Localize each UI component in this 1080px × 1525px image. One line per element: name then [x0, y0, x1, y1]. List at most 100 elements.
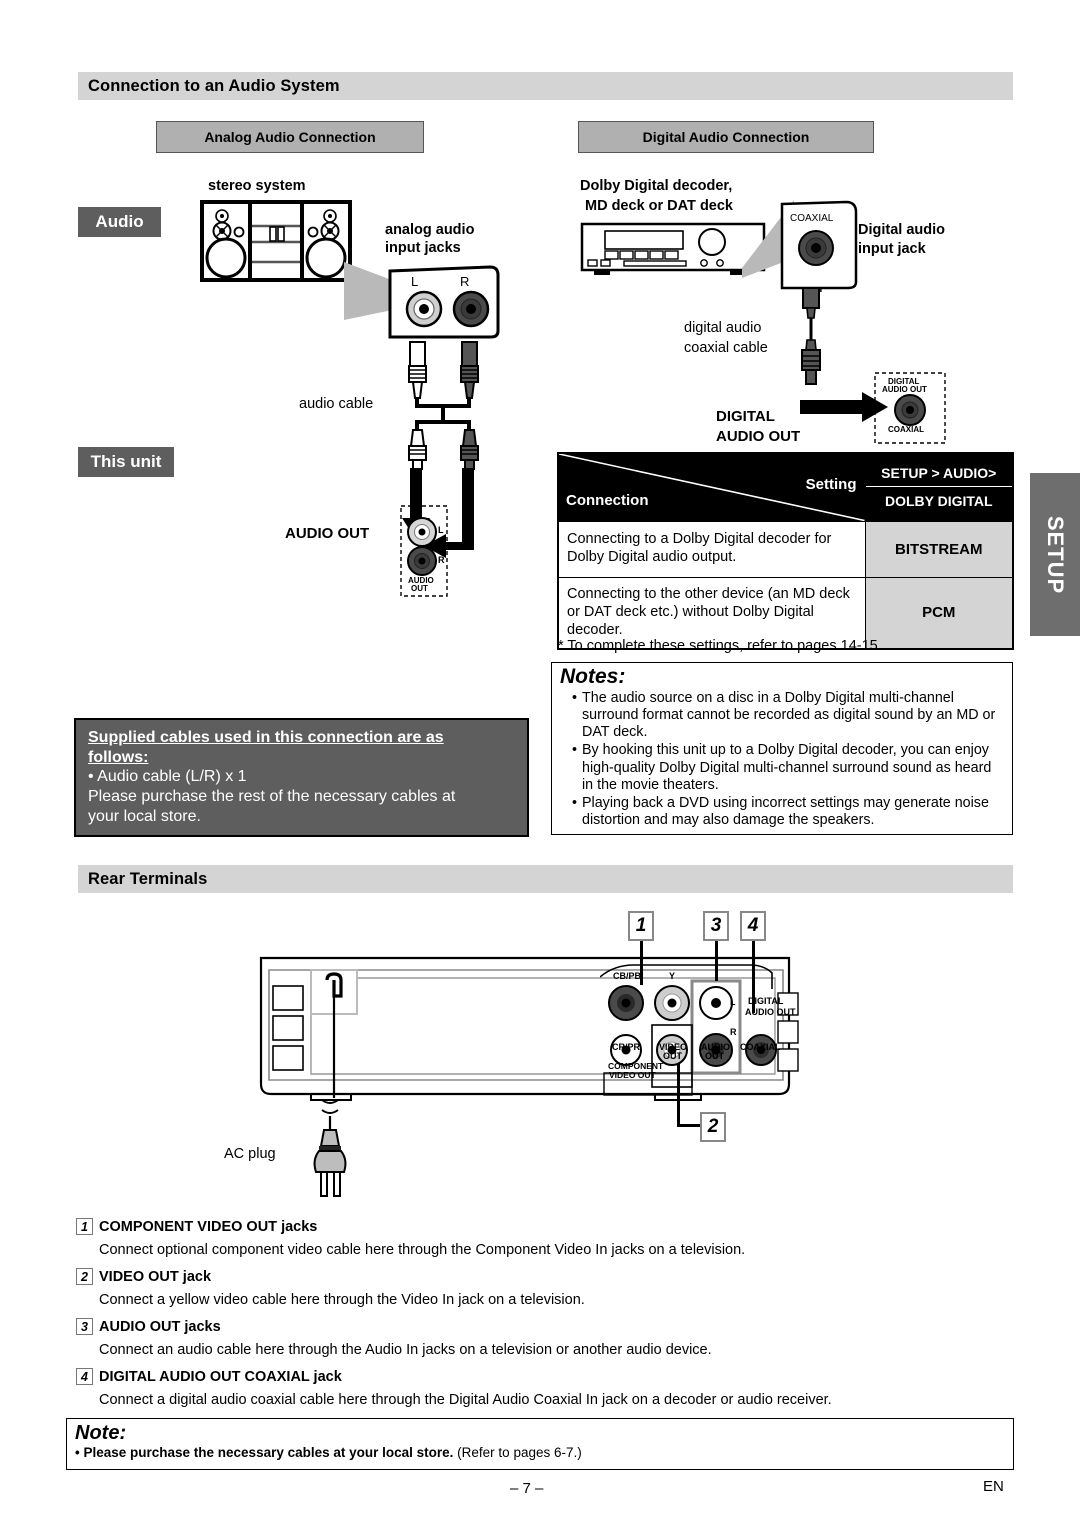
callout-1-leader — [640, 941, 643, 985]
setting-table: Setting Connection SETUP > AUDIO> DOLBY … — [557, 452, 1014, 650]
subhead-digital-audio-connection: Digital Audio Connection — [578, 121, 874, 153]
label-digital-input-jack-line1: Digital audio — [858, 222, 945, 238]
label-audio-out: AUDIO OUT — [285, 525, 370, 542]
dolby-digital-label: DOLBY DIGITAL — [884, 493, 993, 510]
notes-box: Notes: The audio source on a disc in a D… — [551, 662, 1013, 835]
jack-label-audio-out-line2: OUT — [705, 1051, 724, 1061]
tag-audio: Audio — [78, 207, 161, 237]
setting-row-value: PCM — [864, 576, 1014, 650]
terminal-item-title-2: VIDEO OUT jack — [99, 1269, 212, 1285]
setup-audio-path-label: SETUP > AUDIO> — [865, 459, 1012, 488]
setting-table-setup-header: SETUP > AUDIO> DOLBY DIGITAL — [864, 452, 1014, 522]
jack-label-audio-r: R — [730, 1027, 737, 1037]
note-item: Playing back a DVD using incorrect setti… — [572, 795, 1002, 829]
jack-label-cb-pb: CB/PB — [613, 971, 642, 981]
setting-table-corner-cell: Setting Connection — [557, 452, 866, 522]
ac-plug-illustration — [313, 1099, 347, 1197]
footer-language: EN — [983, 1478, 1004, 1495]
label-dolby-decoder-line1: Dolby Digital decoder, — [580, 178, 733, 194]
setting-row-value: BITSTREAM — [864, 520, 1014, 578]
jack-label-video-out-line2: OUT — [663, 1051, 682, 1061]
terminal-item-number-2: 2 — [76, 1268, 93, 1285]
supplied-cables-heading-line2: follows: — [88, 748, 149, 766]
bottom-note-rest: (Refer to pages 6-7.) — [453, 1445, 582, 1460]
digital-out-jack-tiny-line3: COAXIAL — [888, 425, 924, 434]
terminal-item-number-4: 4 — [76, 1368, 93, 1385]
setting-row-connection: Connecting to a Dolby Digital decoder fo… — [557, 520, 866, 578]
jack-label-coaxial: COAXIAL — [740, 1042, 781, 1052]
terminal-item-number-1: 1 — [76, 1218, 93, 1235]
tag-this-unit-label: This unit — [90, 452, 162, 471]
supplied-cables-text-line1: Please purchase the rest of the necessar… — [88, 788, 456, 806]
terminal-item-text-1: Connect optional component video cable h… — [99, 1242, 746, 1258]
rear-callout-1: 1 — [628, 911, 654, 941]
jack-label-component-line2: VIDEO OUT — [609, 1070, 656, 1080]
setup-side-tab: SETUP — [1030, 473, 1080, 636]
terminal-item-title-1: COMPONENT VIDEO OUT jacks — [99, 1219, 318, 1235]
section-header-audio-system: Connection to an Audio System — [78, 72, 1013, 100]
audio-out-jack-tiny-line2: OUT — [411, 584, 428, 593]
callout-4-leader — [752, 941, 755, 1013]
audio-out-jack-r-label: R — [438, 555, 445, 565]
section-title-text: Connection to an Audio System — [88, 76, 340, 95]
supplied-cables-heading-line1: Supplied cables used in this connection … — [88, 729, 444, 746]
connection-header-label: Connection — [566, 492, 649, 509]
tag-this-unit: This unit — [78, 447, 174, 477]
jack-label-audio-l: L — [730, 997, 736, 1007]
jack-label-y: Y — [669, 971, 676, 981]
bottom-note-bold: • Please purchase the necessary cables a… — [75, 1445, 454, 1460]
callout-2-leader-v — [677, 1063, 680, 1127]
label-digital-audio-out-line2: AUDIO OUT — [716, 428, 801, 445]
digital-coaxial-jack-label: COAXIAL — [790, 213, 834, 224]
supplied-cables-box: Supplied cables used in this connection … — [74, 718, 529, 837]
label-analog-audio-input-jacks-line2: input jacks — [385, 240, 461, 256]
label-analog-audio-input-jacks-line1: analog audio — [385, 222, 475, 238]
setting-table-row: Connecting to a Dolby Digital decoder fo… — [557, 520, 1014, 578]
supplied-cables-bullet: • Audio cable (L/R) x 1 — [88, 768, 247, 786]
subhead-digital-label: Digital Audio Connection — [642, 129, 810, 145]
audio-out-jack-l-label: L — [438, 525, 444, 535]
callout-3-leader — [715, 941, 718, 981]
manual-page: Connection to an Audio System Analog Aud… — [0, 0, 1080, 1525]
setting-table-header-row: Setting Connection SETUP > AUDIO> DOLBY … — [557, 452, 1014, 522]
label-stereo-system: stereo system — [208, 178, 306, 194]
note-item: By hooking this unit up to a Dolby Digit… — [572, 742, 1002, 793]
section-header-rear-terminals: Rear Terminals — [78, 865, 1013, 893]
label-digital-cable-line1: digital audio — [684, 320, 762, 336]
label-digital-cable-line2: coaxial cable — [684, 340, 768, 356]
rear-callout-4: 4 — [740, 911, 766, 941]
label-dolby-decoder-line2: MD deck or DAT deck — [585, 198, 733, 214]
jack-label-cr-pr: CR/PR — [612, 1042, 641, 1052]
setting-header-label: Setting — [805, 476, 857, 493]
setup-tab-label: SETUP — [1043, 515, 1069, 594]
bottom-note-title: Note: — [75, 1422, 127, 1444]
setting-table-footnote: * To complete these settings, refer to p… — [558, 638, 882, 654]
terminal-item-title-4: DIGITAL AUDIO OUT COAXIAL jack — [99, 1369, 342, 1385]
terminal-item-text-4: Connect a digital audio coaxial cable he… — [99, 1392, 832, 1408]
terminal-item-title-3: AUDIO OUT jacks — [99, 1319, 221, 1335]
rear-callout-3: 3 — [703, 911, 729, 941]
terminal-item-text-3: Connect an audio cable here through the … — [99, 1342, 712, 1358]
label-digital-input-jack-line2: input jack — [858, 241, 926, 257]
terminal-item-number-3: 3 — [76, 1318, 93, 1335]
rear-terminals-title-text: Rear Terminals — [88, 869, 208, 888]
tag-audio-label: Audio — [95, 212, 144, 231]
terminal-item-text-2: Connect a yellow video cable here throug… — [99, 1292, 585, 1308]
audio-cable-illustration — [408, 341, 479, 470]
digital-out-jack-tiny-line2: AUDIO OUT — [882, 385, 927, 394]
notes-title: Notes: — [560, 665, 626, 688]
supplied-cables-text-line2: your local store. — [88, 808, 201, 826]
subhead-analog-label: Analog Audio Connection — [204, 129, 376, 145]
rear-callout-2: 2 — [700, 1112, 726, 1142]
bottom-note-box: Note: • Please purchase the necessary ca… — [66, 1418, 1014, 1470]
label-digital-audio-out-line1: DIGITAL — [716, 408, 775, 425]
label-ac-plug: AC plug — [224, 1146, 276, 1162]
dolby-decoder-illustration — [580, 222, 766, 275]
bottom-note-line: • Please purchase the necessary cables a… — [75, 1445, 1005, 1460]
digital-coaxial-cable-illustration — [801, 288, 821, 385]
label-audio-cable: audio cable — [299, 396, 374, 412]
analog-input-jack-panel — [388, 265, 500, 339]
footer-page-number: – 7 – — [510, 1480, 544, 1497]
notes-list: The audio source on a disc in a Dolby Di… — [552, 690, 1012, 829]
analog-jack-label-l: L — [411, 274, 419, 289]
